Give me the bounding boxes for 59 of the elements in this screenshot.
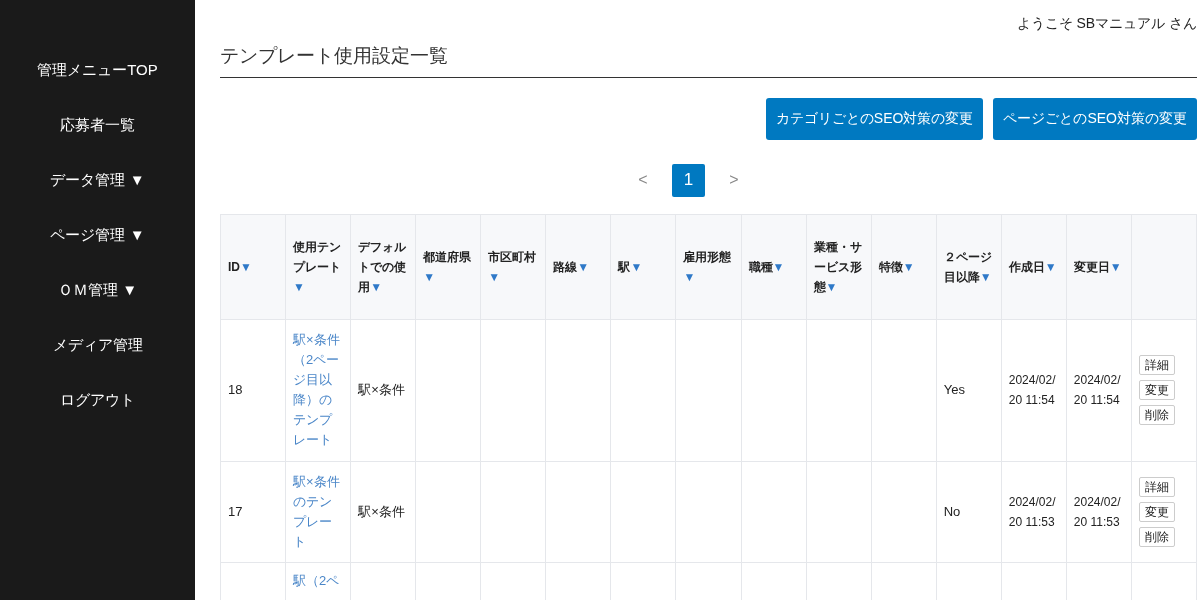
column-header[interactable]: 都道府県 ▼	[415, 214, 481, 319]
sidebar-item[interactable]: データ管理 ▼	[0, 153, 195, 208]
column-header[interactable]: 路線▼	[545, 214, 611, 319]
sort-arrow[interactable]: ▼	[577, 259, 590, 274]
page-number[interactable]: 1	[672, 163, 705, 197]
next-page-link[interactable]: >	[721, 163, 747, 197]
column-header[interactable]: 使用テンプレート ▼	[285, 214, 351, 319]
table-cell: 駅×条件	[358, 382, 405, 398]
sort-arrow[interactable]: ▼	[293, 279, 305, 294]
sidebar-item[interactable]: メディア管理	[0, 318, 195, 373]
sort-arrow[interactable]: ▼	[825, 279, 838, 294]
action-button[interactable]: 変更	[1138, 501, 1175, 522]
column-header[interactable]: 特徴▼	[871, 214, 937, 319]
sort-arrow[interactable]: ▼	[370, 279, 382, 294]
column-header[interactable]: ID▼	[220, 214, 286, 319]
action-button[interactable]: 削除	[1138, 405, 1175, 425]
date-cell: 2024/02/20 11:54	[1073, 373, 1121, 407]
column-header[interactable]: 変更日▼	[1066, 214, 1132, 319]
column-header[interactable]: 雇用形態 ▼	[675, 214, 741, 319]
sort-arrow[interactable]: ▼	[683, 269, 696, 284]
action-button[interactable]: 詳細	[1138, 355, 1175, 375]
date-cell: 2024/02/20 11:54	[1008, 373, 1056, 407]
id-cell: 17	[228, 503, 243, 519]
sort-arrow[interactable]: ▼	[423, 269, 436, 284]
id-cell: 18	[228, 382, 243, 398]
sidebar-item[interactable]: 応募者一覧	[0, 98, 195, 153]
column-header[interactable]: 駅▼	[610, 214, 676, 319]
sort-arrow[interactable]: ▼	[772, 259, 785, 274]
sort-arrow[interactable]: ▼	[630, 259, 643, 274]
sidebar-item[interactable]: ログアウト	[0, 373, 195, 428]
column-header[interactable]: デフォルトでの使用▼	[350, 214, 416, 319]
seo-change-button[interactable]: ページごとのSEO対策の変更	[993, 97, 1197, 140]
table-cell: 駅×条件	[358, 503, 405, 519]
column-header[interactable]	[1131, 214, 1197, 319]
sort-arrow[interactable]: ▼	[979, 269, 992, 284]
column-header[interactable]: 業種・サービス形態▼	[806, 214, 872, 319]
sort-arrow[interactable]: ▼	[240, 259, 252, 274]
table-cell: No	[943, 503, 961, 519]
column-header[interactable]: 作成日▼	[1001, 214, 1067, 319]
seo-change-button[interactable]: カテゴリごとのSEO対策の変更	[765, 97, 984, 140]
page-title: テンプレート使用設定一覧	[220, 44, 448, 68]
welcome-text: ようこそ SBマニュアル さん	[1016, 14, 1197, 33]
column-header[interactable]: 職種▼	[741, 214, 807, 319]
sort-arrow[interactable]: ▼	[902, 259, 915, 274]
previous-page-link[interactable]: <	[630, 163, 656, 197]
date-cell: 2024/02/20 11:53	[1073, 494, 1121, 529]
action-button[interactable]: 詳細	[1138, 476, 1175, 497]
date-cell: 2024/02/20 11:53	[1008, 494, 1056, 529]
column-header[interactable]: ２ページ目以降▼	[936, 214, 1002, 319]
table-cell: Yes	[943, 382, 965, 398]
column-header[interactable]: 市区町村 ▼	[480, 214, 546, 319]
sidebar-item[interactable]: ページ管理 ▼	[0, 208, 195, 263]
sidebar-item[interactable]: ＯＭ管理 ▼	[0, 263, 195, 318]
action-button[interactable]: 変更	[1138, 380, 1175, 400]
sidebar-item[interactable]: 管理メニューTOP	[0, 43, 195, 98]
sort-arrow[interactable]: ▼	[488, 269, 501, 284]
sort-arrow[interactable]: ▼	[1044, 259, 1057, 274]
action-button[interactable]: 削除	[1138, 526, 1175, 547]
sort-arrow[interactable]: ▼	[1109, 259, 1122, 274]
